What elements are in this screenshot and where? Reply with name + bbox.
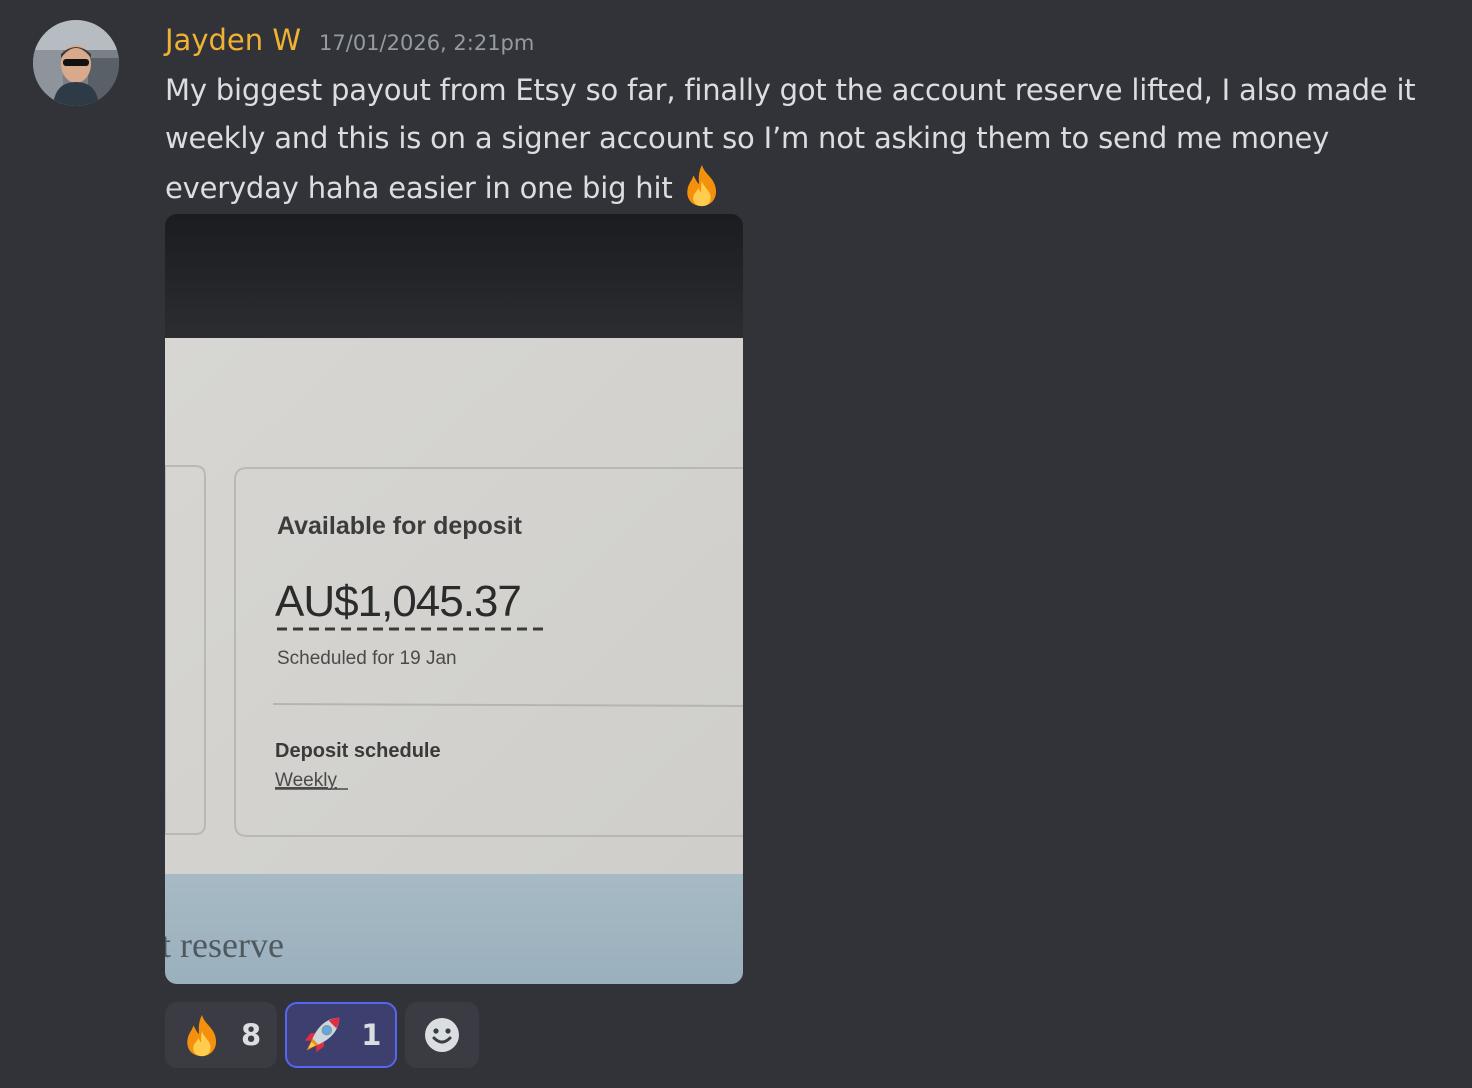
reaction-count: 8 bbox=[241, 1018, 262, 1052]
add-reaction-button[interactable] bbox=[405, 1002, 480, 1068]
message-header: Jayden W 17/01/2026, 2:21pm bbox=[165, 18, 534, 62]
chat-message: Jayden W 17/01/2026, 2:21pm My biggest p… bbox=[0, 0, 1472, 1088]
reactions-bar: 8 1 bbox=[165, 1002, 480, 1068]
avatar[interactable] bbox=[33, 20, 119, 106]
fire-icon bbox=[686, 164, 716, 207]
message-line: weekly and this is on a signer account s… bbox=[165, 121, 1330, 155]
fire-icon bbox=[187, 1014, 217, 1057]
reaction-count: 1 bbox=[361, 1018, 382, 1052]
deposit-schedule-label: Deposit schedule bbox=[275, 740, 441, 762]
message-content: My biggest payout from Etsy so far, fina… bbox=[165, 66, 1460, 212]
deposit-schedule-value: Weekly bbox=[275, 770, 337, 791]
message-line-text: everyday haha easier in one big hit bbox=[165, 171, 673, 205]
message-line-last: everyday haha easier in one big hit bbox=[165, 162, 1460, 212]
footer-reserve-text: t reserve bbox=[165, 925, 284, 965]
reaction-rocket[interactable]: 1 bbox=[285, 1002, 398, 1068]
avatar-photo bbox=[33, 20, 119, 106]
message-line: My biggest payout from Etsy so far, fina… bbox=[165, 73, 1416, 107]
author-name[interactable]: Jayden W bbox=[165, 18, 301, 62]
reaction-fire[interactable]: 8 bbox=[165, 1002, 278, 1068]
rocket-icon bbox=[304, 1017, 340, 1053]
payout-photo: Available for deposit AU$1,045.37 Schedu… bbox=[165, 214, 743, 984]
card-title: Available for deposit bbox=[277, 512, 523, 540]
smiley-add-icon bbox=[425, 1018, 460, 1052]
payout-amount: AU$1,045.37 bbox=[275, 577, 521, 626]
image-attachment[interactable]: Available for deposit AU$1,045.37 Schedu… bbox=[165, 214, 743, 984]
message-timestamp: 17/01/2026, 2:21pm bbox=[319, 31, 535, 55]
scheduled-date: Scheduled for 19 Jan bbox=[277, 648, 457, 669]
